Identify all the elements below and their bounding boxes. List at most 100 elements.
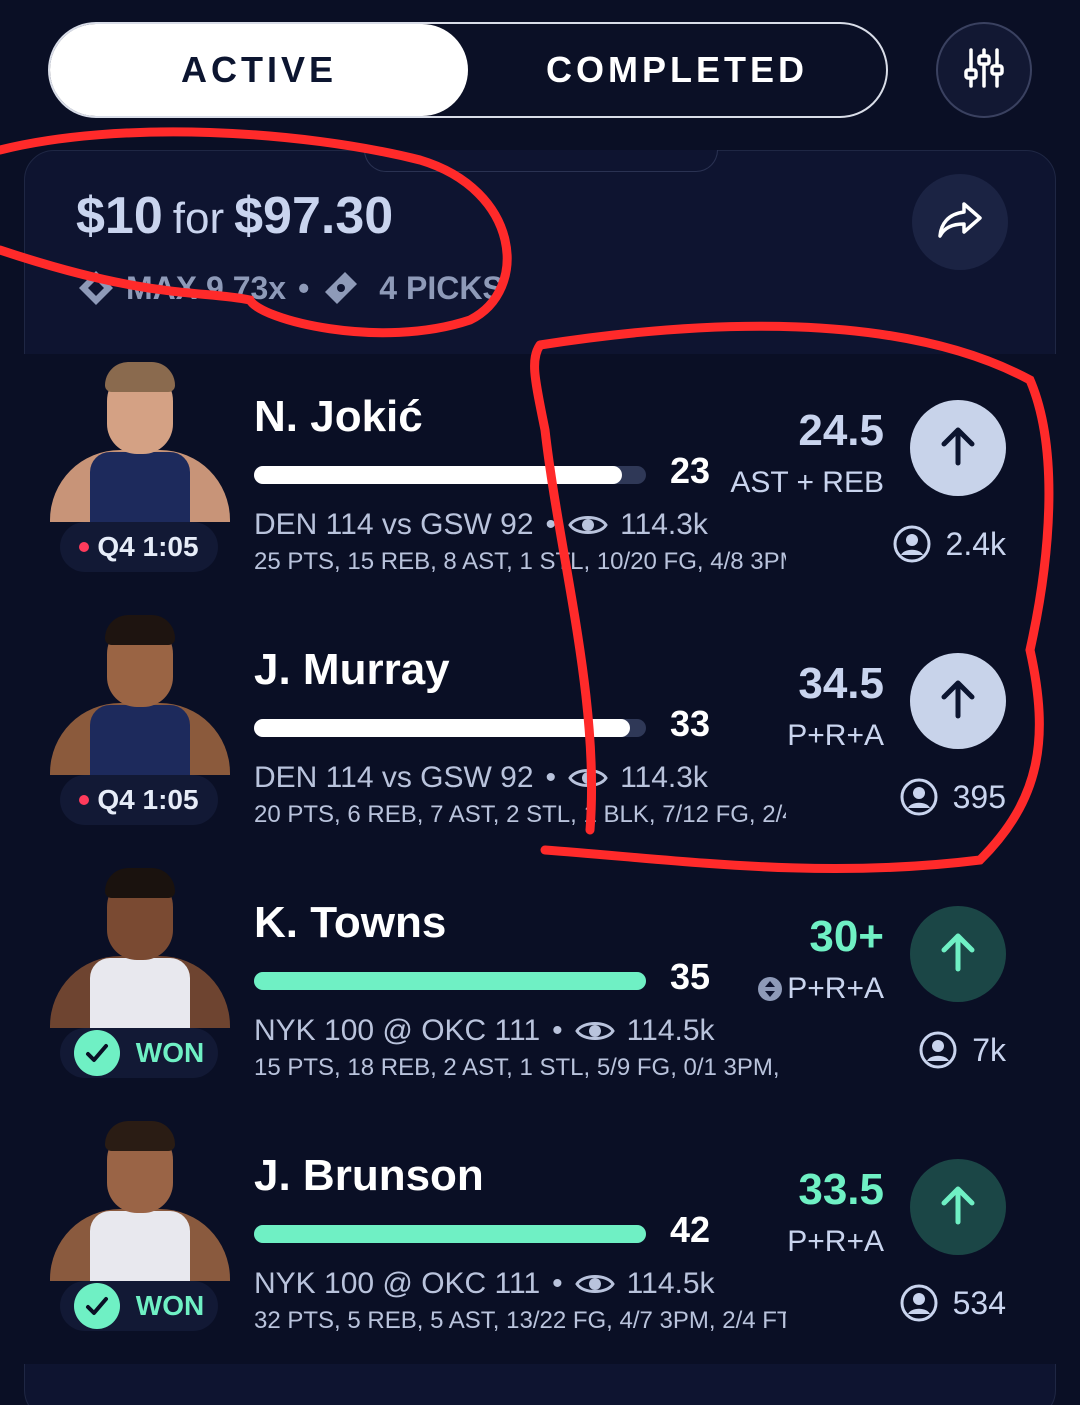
stake-amount: $10 [76, 187, 163, 245]
progress-bar [254, 1225, 646, 1243]
game-score: DEN 114 vs GSW 92 [254, 761, 534, 794]
result-label: WON [135, 1290, 205, 1321]
progress-bar [254, 972, 646, 990]
projection-line: 30+ [809, 912, 884, 961]
game-info: DEN 114 vs GSW 92 • 114.3k [254, 508, 708, 541]
game-score: DEN 114 vs GSW 92 [254, 508, 534, 541]
filter-button[interactable] [936, 22, 1032, 118]
pickers-count: 7k [972, 1031, 1006, 1068]
player-name: J. Murray [254, 645, 450, 694]
diamond-icon [76, 268, 116, 308]
stat-type: P+R+A [787, 719, 884, 752]
current-value: 33 [670, 703, 711, 744]
progress-fill [254, 972, 646, 990]
status-segmented-control: ACTIVE COMPLETED [48, 22, 888, 118]
pickers-count: 2.4k [945, 525, 1006, 562]
box-score: 15 PTS, 18 REB, 2 AST, 1 STL, 5/9 FG, 0/… [254, 1054, 786, 1081]
projection-line: 24.5 [798, 406, 884, 455]
won-badge: WON [60, 1028, 218, 1078]
won-badge: WON [60, 1281, 218, 1331]
player-name: K. Towns [254, 898, 447, 947]
current-value: 35 [670, 956, 711, 997]
game-info: NYK 100 @ OKC 111 • 114.5k [254, 1014, 715, 1047]
live-dot-icon [79, 795, 90, 805]
box-score: 20 PTS, 6 REB, 7 AST, 2 STL, 1 BLK, 7/12… [254, 801, 786, 828]
player-name: J. Brunson [254, 1151, 484, 1200]
result-label: WON [135, 1037, 205, 1068]
game-score: NYK 100 @ OKC 111 [254, 1014, 541, 1047]
for-word: for [172, 194, 225, 243]
player-photo [50, 362, 230, 522]
current-value: 42 [670, 1209, 711, 1250]
stat-type-label: P+R+A [787, 972, 884, 1005]
pick-count: 2.4k [892, 524, 1006, 564]
pick-row[interactable]: WON J. Brunson 42 NYK 100 @ OKC 111 • 11… [24, 1113, 1056, 1366]
game-clock-badge: Q4 1:05 [60, 522, 218, 572]
view-count: 114.3k [620, 508, 708, 541]
swap-icon [757, 976, 783, 1002]
tab-active[interactable]: ACTIVE [50, 24, 468, 116]
progress-fill [254, 1225, 646, 1243]
eye-icon [568, 512, 608, 538]
eye-icon [568, 765, 608, 791]
player-photo [50, 615, 230, 775]
game-clock: Q4 1:05 [97, 531, 199, 562]
box-score: 25 PTS, 15 REB, 8 AST, 1 STL, 10/20 FG, … [254, 548, 786, 575]
view-count: 114.5k [626, 1014, 715, 1047]
user-icon [918, 1030, 958, 1070]
current-value: 23 [670, 450, 711, 491]
live-dot-icon [79, 542, 90, 552]
projection-line: 34.5 [798, 659, 884, 708]
entry-meta: MAX 9.73x • 4 PICKS [76, 268, 504, 308]
progress-bar [254, 466, 646, 484]
pick-list: Q4 1:05 N. Jokić 23 DEN 114 vs GSW 92 • … [24, 354, 1056, 1364]
share-icon [934, 194, 986, 251]
user-icon [899, 1283, 939, 1323]
eye-icon [574, 1018, 615, 1044]
pick-count: 395 [899, 777, 1006, 817]
player-photo [50, 1121, 230, 1281]
progress-fill [254, 466, 623, 484]
stat-type: P+R+A [787, 1225, 884, 1258]
game-score: NYK 100 @ OKC 111 [254, 1267, 541, 1300]
pick-row[interactable]: Q4 1:05 J. Murray 33 DEN 114 vs GSW 92 •… [24, 607, 1056, 860]
picks-count: 4 PICKS [379, 269, 504, 306]
arrow-up-icon [935, 423, 981, 474]
check-icon [73, 1030, 120, 1076]
user-icon [892, 524, 932, 564]
game-clock: Q4 1:05 [97, 784, 199, 815]
tab-completed[interactable]: COMPLETED [468, 24, 886, 116]
arrow-up-icon [935, 929, 981, 980]
user-icon [899, 777, 939, 817]
view-count: 114.5k [626, 1267, 715, 1300]
game-clock-badge: Q4 1:05 [60, 775, 218, 825]
more-button[interactable] [910, 906, 1006, 1002]
separator-dot: • [298, 269, 310, 306]
payout-summary: $10 for $97.30 [76, 186, 393, 246]
game-info: DEN 114 vs GSW 92 • 114.3k [254, 761, 708, 794]
projection-line: 33.5 [798, 1165, 884, 1214]
arrow-up-icon [935, 676, 981, 727]
more-button[interactable] [910, 1159, 1006, 1255]
payout-amount: $97.30 [234, 187, 394, 245]
eye-icon [574, 1271, 615, 1297]
more-button[interactable] [910, 653, 1006, 749]
game-info: NYK 100 @ OKC 111 • 114.5k [254, 1267, 715, 1300]
max-multiplier: MAX 9.73x [126, 269, 287, 306]
sliders-icon [962, 46, 1006, 95]
view-count: 114.3k [620, 761, 708, 794]
more-button[interactable] [910, 400, 1006, 496]
stat-type: P+R+A [757, 972, 884, 1006]
ticket-icon [321, 268, 361, 308]
pickers-count: 395 [952, 778, 1006, 815]
progress-bar [254, 719, 646, 737]
pick-count: 534 [899, 1283, 1006, 1323]
check-icon [73, 1283, 120, 1329]
pick-row[interactable]: WON K. Towns 35 NYK 100 @ OKC 111 • 114.… [24, 860, 1056, 1113]
entry-header: $10 for $97.30 MAX 9.73x • 4 PICKS [24, 150, 1056, 354]
box-score: 32 PTS, 5 REB, 5 AST, 13/22 FG, 4/7 3PM,… [254, 1307, 786, 1334]
player-name: N. Jokić [254, 392, 423, 441]
progress-fill [254, 719, 631, 737]
pick-row[interactable]: Q4 1:05 N. Jokić 23 DEN 114 vs GSW 92 • … [24, 354, 1056, 607]
share-button[interactable] [912, 174, 1008, 270]
